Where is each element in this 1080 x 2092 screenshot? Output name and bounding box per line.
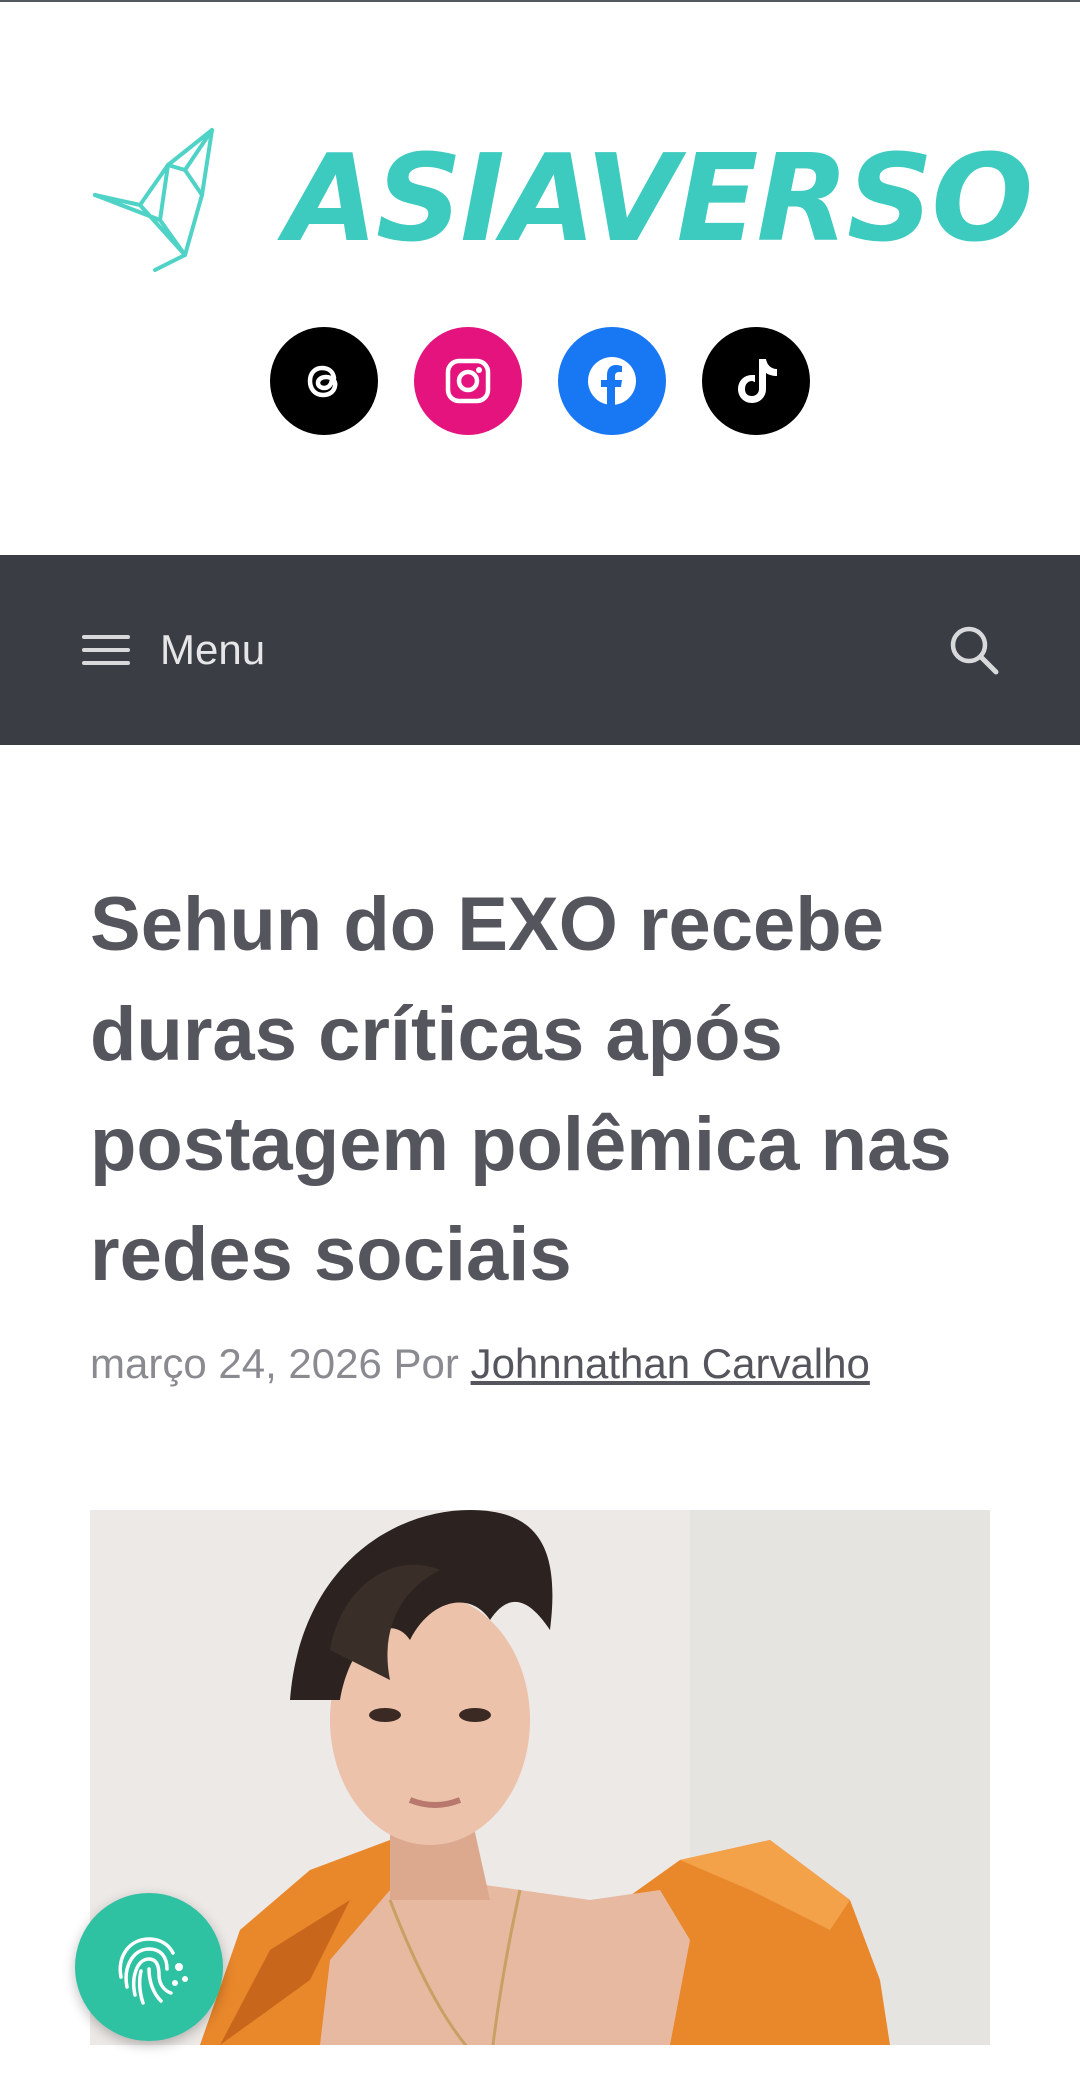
main-navigation: Menu xyxy=(0,555,1080,745)
threads-icon xyxy=(307,365,338,398)
author-link[interactable]: Johnnathan Carvalho xyxy=(471,1340,870,1387)
social-links xyxy=(0,327,1080,435)
site-branding[interactable]: ASIAVERSO xyxy=(90,120,1033,280)
facebook-link[interactable] xyxy=(558,327,666,435)
tiktok-link[interactable] xyxy=(702,327,810,435)
menu-toggle-button[interactable]: Menu xyxy=(82,615,265,685)
article-meta: março 24, 2026 Por Johnnathan Carvalho xyxy=(90,1340,1040,1388)
search-icon[interactable] xyxy=(946,622,1002,678)
top-border xyxy=(0,0,1080,2)
featured-image xyxy=(90,1510,990,2045)
byline-prefix: Por xyxy=(393,1340,459,1387)
origami-bird-logo-icon xyxy=(93,128,214,272)
article-title: Sehun do EXO recebe duras críticas após … xyxy=(90,882,952,1297)
menu-label: Menu xyxy=(160,626,266,673)
hamburger-icon xyxy=(82,633,130,667)
facebook-icon xyxy=(588,357,636,405)
fingerprint-cookie-icon xyxy=(118,1937,188,2005)
site-title[interactable]: ASIAVERSO xyxy=(285,130,1033,270)
instagram-link[interactable] xyxy=(414,327,522,435)
instagram-icon xyxy=(445,358,491,404)
post-date: março 24, 2026 xyxy=(90,1340,382,1387)
tiktok-icon xyxy=(738,359,777,403)
cookie-consent-button[interactable] xyxy=(75,1893,223,2041)
threads-link[interactable] xyxy=(270,327,378,435)
